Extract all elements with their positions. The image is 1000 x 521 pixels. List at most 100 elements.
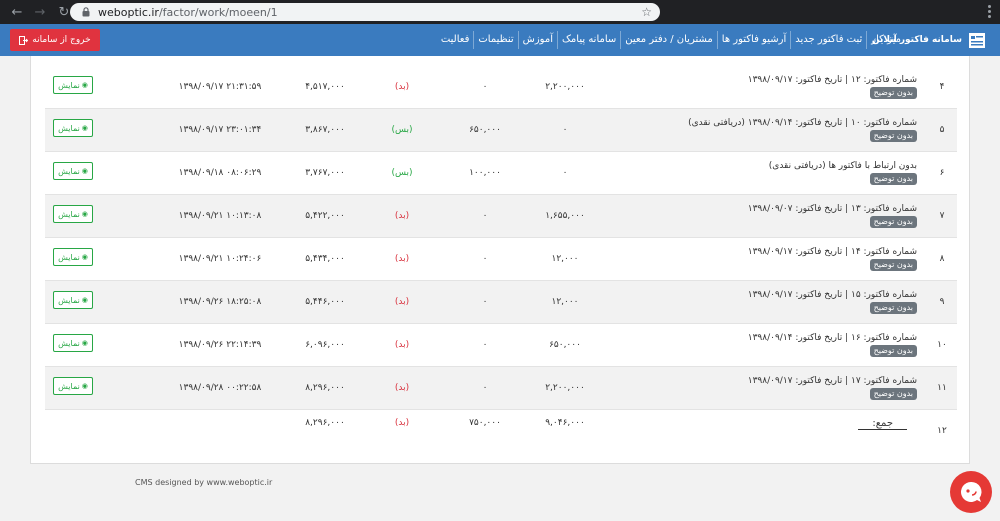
balance-status: (بد) (394, 254, 410, 264)
menu-item-dashboard[interactable]: میز کار (866, 31, 905, 49)
show-button[interactable]: نمایش ◉ (53, 162, 93, 180)
menu-item-tutorial[interactable]: آموزش (517, 31, 557, 49)
total-debit: ۹,۰۴۶,۰۰۰ (545, 418, 585, 428)
show-button[interactable]: نمایش ◉ (53, 377, 93, 395)
debit-amount: ۱۲,۰۰۰ (551, 254, 579, 264)
row-number: ۹ (939, 297, 945, 307)
show-button[interactable]: نمایش ◉ (53, 76, 93, 94)
forward-arrow-icon[interactable]: → (31, 5, 49, 20)
row-number: ۱۰ (937, 340, 947, 350)
table-row: ۹ شماره فاکتور: ۱۵ | تاریخ فاکتور: ۱۳۹۸/۰… (45, 281, 957, 324)
show-label: نمایش (58, 80, 80, 90)
description-text: بدون ارتباط با فاکتور ها (دریافتی نقدی) (768, 161, 917, 171)
logout-label: خروج از سامانه (32, 35, 91, 45)
record-datetime: ۱۳۹۸/۰۹/۲۸ ۰۰:۲۲:۵۸ (178, 383, 262, 393)
row-number: ۴ (939, 82, 945, 92)
row-description: شماره فاکتور: ۱۴ | تاریخ فاکتور: ۱۳۹۸/۰۹… (748, 247, 917, 271)
back-arrow-icon[interactable]: ← (8, 5, 26, 20)
row-number: ۵ (939, 125, 945, 135)
ledger-panel: ۴ شماره فاکتور: ۱۲ | تاریخ فاکتور: ۱۳۹۸/۰… (30, 56, 970, 464)
chat-widget-button[interactable] (950, 471, 992, 513)
menu-item-settings[interactable]: تنظیمات (473, 31, 517, 49)
running-balance: ۳,۷۶۷,۰۰۰ (305, 168, 345, 178)
table-row: ۱۰ شماره فاکتور: ۱۶ | تاریخ فاکتور: ۱۳۹۸/… (45, 324, 957, 367)
record-datetime: ۱۳۹۸/۰۹/۲۱ ۱۰:۱۳:۰۸ (178, 211, 262, 221)
show-button[interactable]: نمایش ◉ (53, 248, 93, 266)
credit-amount: ۰ (482, 297, 488, 307)
brand-logo-icon (969, 33, 985, 48)
no-description-badge: بدون توضیح (869, 302, 917, 314)
bookmark-star-icon[interactable]: ☆ (641, 5, 652, 19)
credit-amount: ۰ (482, 383, 488, 393)
row-description: شماره فاکتور: ۱۰ | تاریخ فاکتور: ۱۳۹۸/۰۹… (688, 118, 917, 142)
debit-amount: ۲,۲۰۰,۰۰۰ (545, 383, 585, 393)
row-number: ۱۱ (937, 383, 947, 393)
record-datetime: ۱۳۹۸/۰۹/۲۱ ۱۰:۲۴:۰۶ (178, 254, 262, 264)
show-button[interactable]: نمایش ◉ (53, 334, 93, 352)
show-button[interactable]: نمایش ◉ (53, 119, 93, 137)
menu-item-new-invoice[interactable]: ثبت فاکتور جدید (790, 31, 866, 49)
menu-item-invoice-archive[interactable]: آرشیو فاکتور ها (716, 31, 790, 49)
show-label: نمایش (58, 252, 80, 262)
row-description: شماره فاکتور: ۱۷ | تاریخ فاکتور: ۱۳۹۸/۰۹… (748, 376, 917, 400)
logout-icon (19, 35, 29, 45)
table-row: ۸ شماره فاکتور: ۱۴ | تاریخ فاکتور: ۱۳۹۸/۰… (45, 238, 957, 281)
record-datetime: ۱۳۹۸/۰۹/۱۸ ۰۸:۰۶:۲۹ (178, 168, 262, 178)
row-description: شماره فاکتور: ۱۳ | تاریخ فاکتور: ۱۳۹۸/۰۹… (748, 204, 917, 228)
menu-item-sms[interactable]: سامانه پیامک (556, 31, 620, 49)
show-button[interactable]: نمایش ◉ (53, 205, 93, 223)
lock-icon (80, 6, 92, 18)
row-number: ۸ (939, 254, 945, 264)
menu-item-customers-ledger[interactable]: مشتریان / دفتر معین (620, 31, 716, 49)
show-label: نمایش (58, 338, 80, 348)
credit-amount: ۶۵۰,۰۰۰ (469, 125, 501, 135)
eye-icon: ◉ (81, 210, 88, 218)
debit-amount: ۱,۶۵۵,۰۰۰ (545, 211, 585, 221)
url-path: /factor/work/moeen/1 (158, 5, 278, 19)
app-navbar: سامانه فاکتور آنلاین میز کار ثبت فاکتور … (0, 24, 1000, 56)
eye-icon: ◉ (81, 124, 88, 132)
running-balance: ۵,۴۳۴,۰۰۰ (305, 254, 345, 264)
total-label-text: جمع: (858, 418, 907, 430)
footer-credit[interactable]: CMS designed by www.weboptic.ir (135, 478, 272, 487)
eye-icon: ◉ (81, 81, 88, 89)
balance-status: (بد) (394, 211, 410, 221)
table-row: ۶ بدون ارتباط با فاکتور ها (دریافتی نقدی)… (45, 152, 957, 195)
total-row-number: ۱۲ (937, 426, 947, 436)
row-description: شماره فاکتور: ۱۶ | تاریخ فاکتور: ۱۳۹۸/۰۹… (748, 333, 917, 357)
running-balance: ۵,۴۲۲,۰۰۰ (305, 211, 345, 221)
logout-button[interactable]: خروج از سامانه (10, 29, 100, 51)
eye-icon: ◉ (81, 253, 88, 261)
running-balance: ۴,۵۱۷,۰۰۰ (305, 82, 345, 92)
description-text: شماره فاکتور: ۱۳ | تاریخ فاکتور: ۱۳۹۸/۰۹… (747, 204, 917, 214)
balance-status: (بد) (394, 340, 410, 350)
table-row: ۷ شماره فاکتور: ۱۳ | تاریخ فاکتور: ۱۳۹۸/۰… (45, 195, 957, 238)
show-label: نمایش (58, 123, 80, 133)
no-description-badge: بدون توضیح (869, 216, 917, 228)
balance-status: (بس) (391, 125, 413, 135)
description-text: شماره فاکتور: ۱۷ | تاریخ فاکتور: ۱۳۹۸/۰۹… (747, 376, 917, 386)
show-button[interactable]: نمایش ◉ (53, 291, 93, 309)
total-balance: ۸,۲۹۶,۰۰۰ (305, 418, 345, 428)
eye-icon: ◉ (81, 382, 88, 390)
browser-menu-icon[interactable] (988, 5, 992, 18)
no-description-badge: بدون توضیح (869, 87, 917, 99)
url-host: weboptic.ir (98, 5, 159, 19)
credit-amount: ۰ (482, 254, 488, 264)
running-balance: ۸,۲۹۶,۰۰۰ (305, 383, 345, 393)
balance-status: (بد) (394, 82, 410, 92)
eye-icon: ◉ (81, 167, 88, 175)
balance-status: (بد) (394, 297, 410, 307)
show-label: نمایش (58, 295, 80, 305)
description-text: شماره فاکتور: ۱۵ | تاریخ فاکتور: ۱۳۹۸/۰۹… (747, 290, 917, 300)
browser-toolbar: ← → ↻ weboptic.ir/factor/work/moeen/1 ☆ (0, 0, 1000, 24)
address-bar[interactable]: weboptic.ir/factor/work/moeen/1 ☆ (70, 3, 660, 21)
menu-item-activity[interactable]: فعالیت (437, 31, 474, 49)
record-datetime: ۱۳۹۸/۰۹/۲۶ ۲۲:۱۴:۳۹ (178, 340, 262, 350)
no-description-badge: بدون توضیح (869, 388, 917, 400)
show-label: نمایش (58, 166, 80, 176)
show-label: نمایش (58, 209, 80, 219)
eye-icon: ◉ (81, 339, 88, 347)
debit-amount: ۰ (562, 168, 568, 178)
main-menu: میز کار ثبت فاکتور جدید آرشیو فاکتور ها … (437, 24, 905, 56)
